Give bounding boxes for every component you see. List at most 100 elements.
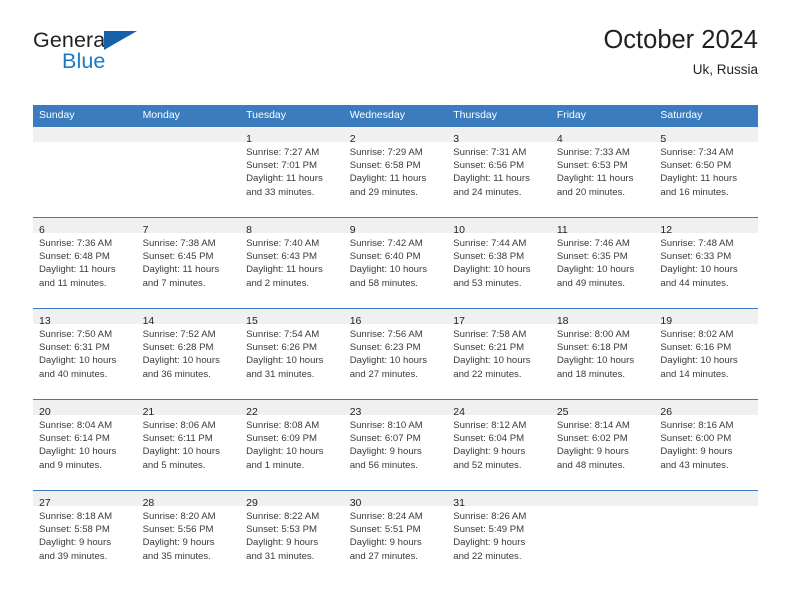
- daylight-text-line2: and 27 minutes.: [349, 368, 418, 380]
- calendar-day-cell[interactable]: 14 Sunrise: 7:52 AM Sunset: 6:28 PM Dayligh…: [136, 308, 241, 400]
- calendar-day-cell[interactable]: 1 Sunrise: 7:27 AM Sunset: 7:01 PM Daylight…: [240, 126, 344, 218]
- calendar-day-cell[interactable]: 30 Sunrise: 8:24 AM Sunset: 5:51 PM Dayligh…: [343, 490, 448, 581]
- daylight-text-line2: and 40 minutes.: [39, 368, 108, 380]
- calendar-day-cell[interactable]: 18 Sunrise: 8:00 AM Sunset: 6:18 PM Dayligh…: [550, 308, 655, 400]
- calendar-day-cell[interactable]: 25 Sunrise: 8:14 AM Sunset: 6:02 PM Dayligh…: [550, 399, 655, 491]
- day-number: 21: [142, 406, 155, 418]
- daylight-text-line1: Daylight: 10 hours: [349, 355, 428, 367]
- sunrise-text: Sunrise: 7:56 AM: [349, 329, 423, 340]
- calendar-day-cell[interactable]: 15 Sunrise: 7:54 AM Sunset: 6:26 PM Dayligh…: [240, 308, 344, 400]
- calendar-day-cell[interactable]: 5 Sunrise: 7:34 AM Sunset: 6:50 PM Daylight…: [654, 126, 758, 218]
- sunrise-text: Sunrise: 7:44 AM: [453, 238, 527, 249]
- day-details: [551, 506, 655, 510]
- daylight-text-line1: Daylight: 11 hours: [349, 173, 427, 185]
- sunset-text: Sunset: 6:40 PM: [349, 251, 421, 263]
- calendar-day-cell[interactable]: 11 Sunrise: 7:46 AM Sunset: 6:35 PM Dayligh…: [550, 217, 655, 309]
- day-number: 4: [556, 133, 563, 145]
- day-number-band: 19: [654, 309, 758, 327]
- day-number: 9: [349, 224, 356, 236]
- day-number: 30: [349, 497, 362, 509]
- calendar-day-cell[interactable]: 26 Sunrise: 8:16 AM Sunset: 6:00 PM Dayligh…: [654, 399, 758, 491]
- daylight-text-line1: Daylight: 9 hours: [660, 446, 733, 458]
- day-details: Sunrise: 7:31 AM Sunset: 6:56 PM Daylight:…: [447, 142, 551, 199]
- day-number-band: 20: [33, 400, 137, 418]
- general-blue-logo[interactable]: General Blue: [33, 28, 153, 84]
- calendar-week-row: 27 Sunrise: 8:18 AM Sunset: 5:58 PM Dayligh…: [33, 490, 758, 581]
- day-number-band: [654, 491, 758, 506]
- day-details: Sunrise: 7:36 AM Sunset: 6:48 PM Daylight:…: [33, 233, 137, 290]
- daylight-text-line1: Daylight: 10 hours: [39, 446, 117, 458]
- sunset-text: Sunset: 6:35 PM: [556, 251, 628, 263]
- day-number-band: 3: [447, 127, 551, 145]
- calendar-day-cell[interactable]: 19 Sunrise: 8:02 AM Sunset: 6:16 PM Dayligh…: [654, 308, 758, 400]
- sunrise-text: Sunrise: 7:50 AM: [39, 329, 113, 340]
- day-details: Sunrise: 7:48 AM Sunset: 6:33 PM Daylight:…: [654, 233, 758, 290]
- day-details: Sunrise: 7:54 AM Sunset: 6:26 PM Daylight:…: [240, 324, 344, 381]
- day-number-band: 5: [654, 127, 758, 145]
- sunset-text: Sunset: 5:49 PM: [453, 524, 525, 536]
- day-number: 25: [556, 406, 569, 418]
- sunset-text: Sunset: 6:31 PM: [39, 342, 110, 354]
- calendar-page: General Blue October 2024 Uk, Russia Sun…: [0, 0, 792, 612]
- day-details: Sunrise: 7:38 AM Sunset: 6:45 PM Daylight:…: [137, 233, 241, 290]
- daylight-text-line1: Daylight: 11 hours: [142, 264, 220, 276]
- calendar-day-cell[interactable]: 8 Sunrise: 7:40 AM Sunset: 6:43 PM Daylight…: [240, 217, 344, 309]
- calendar-day-cell[interactable]: 24 Sunrise: 8:12 AM Sunset: 6:04 PM Dayligh…: [447, 399, 551, 491]
- calendar-day-cell[interactable]: 12 Sunrise: 7:48 AM Sunset: 6:33 PM Dayligh…: [654, 217, 758, 309]
- day-details: Sunrise: 8:14 AM Sunset: 6:02 PM Daylight:…: [551, 415, 655, 472]
- daylight-text-line2: and 36 minutes.: [142, 368, 211, 380]
- calendar-day-cell[interactable]: 4 Sunrise: 7:33 AM Sunset: 6:53 PM Daylight…: [550, 126, 655, 218]
- calendar-empty-cell: [33, 126, 137, 218]
- daylight-text-line2: and 43 minutes.: [660, 459, 729, 471]
- calendar-day-cell[interactable]: 27 Sunrise: 8:18 AM Sunset: 5:58 PM Dayligh…: [33, 490, 137, 581]
- calendar-day-cell[interactable]: 16 Sunrise: 7:56 AM Sunset: 6:23 PM Dayligh…: [343, 308, 448, 400]
- calendar-day-cell[interactable]: 10 Sunrise: 7:44 AM Sunset: 6:38 PM Dayligh…: [447, 217, 551, 309]
- day-number-band: [550, 491, 655, 506]
- sunrise-text: Sunrise: 7:54 AM: [246, 329, 320, 340]
- calendar-day-cell[interactable]: 13 Sunrise: 7:50 AM Sunset: 6:31 PM Dayligh…: [33, 308, 137, 400]
- calendar-day-cell[interactable]: 29 Sunrise: 8:22 AM Sunset: 5:53 PM Dayligh…: [240, 490, 344, 581]
- daylight-text-line1: Daylight: 11 hours: [39, 264, 116, 276]
- day-number: 15: [246, 315, 258, 327]
- calendar-day-cell[interactable]: 17 Sunrise: 7:58 AM Sunset: 6:21 PM Dayligh…: [447, 308, 551, 400]
- daylight-text-line1: Daylight: 11 hours: [246, 264, 323, 276]
- calendar-table: Sunday Monday Tuesday Wednesday Thursday…: [33, 105, 758, 581]
- day-number-band: 30: [343, 491, 448, 509]
- calendar-day-cell[interactable]: 23 Sunrise: 8:10 AM Sunset: 6:07 PM Dayligh…: [343, 399, 448, 491]
- calendar-day-cell[interactable]: 6 Sunrise: 7:36 AM Sunset: 6:48 PM Daylight…: [33, 217, 137, 309]
- calendar-day-cell[interactable]: 2 Sunrise: 7:29 AM Sunset: 6:58 PM Daylight…: [343, 126, 448, 218]
- sunrise-text: Sunrise: 8:08 AM: [246, 420, 320, 431]
- calendar-week-row: 20 Sunrise: 8:04 AM Sunset: 6:14 PM Dayligh…: [33, 399, 758, 491]
- calendar-day-cell[interactable]: 21 Sunrise: 8:06 AM Sunset: 6:11 PM Dayligh…: [136, 399, 241, 491]
- daylight-text-line1: Daylight: 10 hours: [246, 355, 324, 367]
- day-number: 26: [660, 406, 673, 418]
- daylight-text-line2: and 20 minutes.: [556, 186, 626, 198]
- calendar-day-cell[interactable]: 22 Sunrise: 8:08 AM Sunset: 6:09 PM Dayligh…: [240, 399, 344, 491]
- calendar-day-cell[interactable]: 9 Sunrise: 7:42 AM Sunset: 6:40 PM Daylight…: [343, 217, 448, 309]
- calendar-week-row: 6 Sunrise: 7:36 AM Sunset: 6:48 PM Daylight…: [33, 217, 758, 309]
- day-details: Sunrise: 8:20 AM Sunset: 5:56 PM Daylight:…: [137, 506, 241, 563]
- calendar-day-cell[interactable]: 20 Sunrise: 8:04 AM Sunset: 6:14 PM Dayligh…: [33, 399, 137, 491]
- day-number: 12: [660, 224, 673, 236]
- sunset-text: Sunset: 6:09 PM: [246, 433, 318, 445]
- daylight-text-line2: and 22 minutes.: [453, 550, 522, 562]
- sunrise-text: Sunrise: 8:02 AM: [660, 329, 734, 340]
- calendar-day-cell[interactable]: 28 Sunrise: 8:20 AM Sunset: 5:56 PM Dayligh…: [136, 490, 241, 581]
- day-number-band: [33, 127, 137, 142]
- sunrise-text: Sunrise: 8:04 AM: [39, 420, 113, 431]
- weekday-header-wednesday: Wednesday: [343, 105, 448, 127]
- daylight-text-line2: and 5 minutes.: [142, 459, 206, 471]
- calendar-day-cell[interactable]: 7 Sunrise: 7:38 AM Sunset: 6:45 PM Daylight…: [136, 217, 241, 309]
- calendar-day-cell[interactable]: 3 Sunrise: 7:31 AM Sunset: 6:56 PM Daylight…: [447, 126, 551, 218]
- daylight-text-line2: and 7 minutes.: [142, 277, 206, 289]
- day-details: Sunrise: 8:12 AM Sunset: 6:04 PM Daylight:…: [447, 415, 551, 472]
- calendar-head: Sunday Monday Tuesday Wednesday Thursday…: [33, 105, 758, 127]
- daylight-text-line2: and 48 minutes.: [556, 459, 626, 471]
- day-details: Sunrise: 8:00 AM Sunset: 6:18 PM Daylight:…: [551, 324, 655, 381]
- day-number-band: 31: [447, 491, 551, 509]
- sunrise-text: Sunrise: 8:18 AM: [39, 511, 113, 522]
- calendar-day-cell[interactable]: 31 Sunrise: 8:26 AM Sunset: 5:49 PM Dayligh…: [447, 490, 551, 581]
- sunset-text: Sunset: 6:48 PM: [39, 251, 110, 263]
- weekday-header-sunday: Sunday: [33, 105, 137, 127]
- day-details: Sunrise: 7:29 AM Sunset: 6:58 PM Daylight:…: [344, 142, 448, 199]
